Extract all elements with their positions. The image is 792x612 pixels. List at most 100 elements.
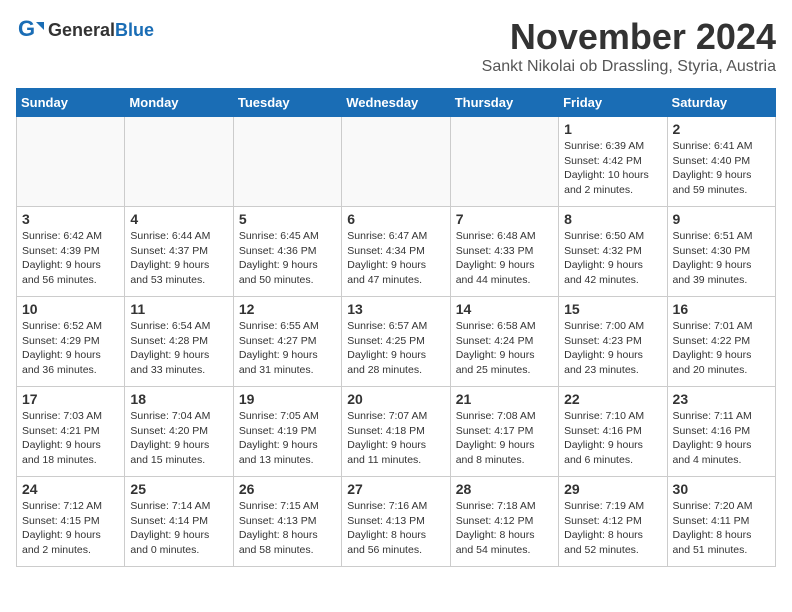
day-number: 2 xyxy=(673,121,770,137)
day-number: 25 xyxy=(130,481,227,497)
day-info: Sunrise: 7:07 AMSunset: 4:18 PMDaylight:… xyxy=(347,409,444,468)
calendar-cell: 29 Sunrise: 7:19 AMSunset: 4:12 PMDayligh… xyxy=(559,477,667,567)
calendar-cell: 30Sunrise: 7:20 AMSunset: 4:11 PMDayligh… xyxy=(667,477,775,567)
day-info: Sunrise: 6:41 AMSunset: 4:40 PMDaylight:… xyxy=(673,139,770,198)
logo-general: General xyxy=(48,20,115,40)
calendar-cell: 7 Sunrise: 6:48 AMSunset: 4:33 PMDaylight… xyxy=(450,207,558,297)
day-number: 15 xyxy=(564,301,661,317)
month-title: November 2024 xyxy=(482,16,776,58)
calendar-cell: 14 Sunrise: 6:58 AMSunset: 4:24 PMDayligh… xyxy=(450,297,558,387)
day-number: 24 xyxy=(22,481,119,497)
day-number: 29 xyxy=(564,481,661,497)
week-row-5: 24 Sunrise: 7:12 AMSunset: 4:15 PMDayligh… xyxy=(17,477,776,567)
week-row-3: 10 Sunrise: 6:52 AMSunset: 4:29 PMDayligh… xyxy=(17,297,776,387)
calendar-cell: 24 Sunrise: 7:12 AMSunset: 4:15 PMDayligh… xyxy=(17,477,125,567)
day-number: 10 xyxy=(22,301,119,317)
day-info: Sunrise: 6:45 AMSunset: 4:36 PMDaylight:… xyxy=(239,229,336,288)
day-info: Sunrise: 7:18 AMSunset: 4:12 PMDaylight:… xyxy=(456,499,553,558)
day-info: Sunrise: 6:58 AMSunset: 4:24 PMDaylight:… xyxy=(456,319,553,378)
day-info: Sunrise: 6:54 AMSunset: 4:28 PMDaylight:… xyxy=(130,319,227,378)
calendar-cell: 9 Sunrise: 6:51 AMSunset: 4:30 PMDaylight… xyxy=(667,207,775,297)
title-area: November 2024 Sankt Nikolai ob Drassling… xyxy=(482,16,776,76)
week-row-2: 3 Sunrise: 6:42 AMSunset: 4:39 PMDaylight… xyxy=(17,207,776,297)
calendar-cell: 6Sunrise: 6:47 AMSunset: 4:34 PMDaylight… xyxy=(342,207,450,297)
day-info: Sunrise: 6:50 AMSunset: 4:32 PMDaylight:… xyxy=(564,229,661,288)
calendar-cell: 8 Sunrise: 6:50 AMSunset: 4:32 PMDaylight… xyxy=(559,207,667,297)
day-number: 22 xyxy=(564,391,661,407)
day-number: 1 xyxy=(564,121,661,137)
calendar-cell: 16 Sunrise: 7:01 AMSunset: 4:22 PMDayligh… xyxy=(667,297,775,387)
day-number: 18 xyxy=(130,391,227,407)
weekday-header-wednesday: Wednesday xyxy=(342,89,450,117)
day-number: 14 xyxy=(456,301,553,317)
day-info: Sunrise: 7:08 AMSunset: 4:17 PMDaylight:… xyxy=(456,409,553,468)
calendar-cell: 19Sunrise: 7:05 AMSunset: 4:19 PMDayligh… xyxy=(233,387,341,477)
calendar-cell: 3 Sunrise: 6:42 AMSunset: 4:39 PMDaylight… xyxy=(17,207,125,297)
day-number: 16 xyxy=(673,301,770,317)
day-info: Sunrise: 6:47 AMSunset: 4:34 PMDaylight:… xyxy=(347,229,444,288)
calendar-cell: 23Sunrise: 7:11 AMSunset: 4:16 PMDayligh… xyxy=(667,387,775,477)
week-row-4: 17Sunrise: 7:03 AMSunset: 4:21 PMDayligh… xyxy=(17,387,776,477)
logo-blue: Blue xyxy=(115,20,154,40)
calendar-cell: 21 Sunrise: 7:08 AMSunset: 4:17 PMDayligh… xyxy=(450,387,558,477)
day-number: 27 xyxy=(347,481,444,497)
day-number: 21 xyxy=(456,391,553,407)
calendar-cell xyxy=(450,117,558,207)
day-number: 20 xyxy=(347,391,444,407)
location-subtitle: Sankt Nikolai ob Drassling, Styria, Aust… xyxy=(482,58,776,76)
header: G GeneralBlue November 2024 Sankt Nikola… xyxy=(16,16,776,76)
weekday-header-sunday: Sunday xyxy=(17,89,125,117)
week-row-1: 1 Sunrise: 6:39 AMSunset: 4:42 PMDaylight… xyxy=(17,117,776,207)
weekday-header-tuesday: Tuesday xyxy=(233,89,341,117)
day-info: Sunrise: 7:15 AMSunset: 4:13 PMDaylight:… xyxy=(239,499,336,558)
calendar-cell xyxy=(125,117,233,207)
day-number: 8 xyxy=(564,211,661,227)
logo: G GeneralBlue xyxy=(16,16,154,44)
weekday-header-monday: Monday xyxy=(125,89,233,117)
weekday-header-thursday: Thursday xyxy=(450,89,558,117)
day-info: Sunrise: 6:42 AMSunset: 4:39 PMDaylight:… xyxy=(22,229,119,288)
calendar-cell: 10 Sunrise: 6:52 AMSunset: 4:29 PMDayligh… xyxy=(17,297,125,387)
logo-icon: G xyxy=(16,16,44,44)
calendar-cell: 11 Sunrise: 6:54 AMSunset: 4:28 PMDayligh… xyxy=(125,297,233,387)
day-number: 28 xyxy=(456,481,553,497)
calendar-cell xyxy=(342,117,450,207)
day-info: Sunrise: 7:19 AMSunset: 4:12 PMDaylight:… xyxy=(564,499,661,558)
day-info: Sunrise: 6:39 AMSunset: 4:42 PMDaylight:… xyxy=(564,139,661,198)
weekday-header-saturday: Saturday xyxy=(667,89,775,117)
day-number: 9 xyxy=(673,211,770,227)
day-info: Sunrise: 6:51 AMSunset: 4:30 PMDaylight:… xyxy=(673,229,770,288)
day-number: 7 xyxy=(456,211,553,227)
day-number: 3 xyxy=(22,211,119,227)
day-number: 5 xyxy=(239,211,336,227)
svg-text:G: G xyxy=(18,16,35,41)
day-number: 11 xyxy=(130,301,227,317)
day-info: Sunrise: 6:57 AMSunset: 4:25 PMDaylight:… xyxy=(347,319,444,378)
day-info: Sunrise: 7:20 AMSunset: 4:11 PMDaylight:… xyxy=(673,499,770,558)
day-number: 23 xyxy=(673,391,770,407)
calendar-cell: 12Sunrise: 6:55 AMSunset: 4:27 PMDayligh… xyxy=(233,297,341,387)
day-info: Sunrise: 7:16 AMSunset: 4:13 PMDaylight:… xyxy=(347,499,444,558)
day-info: Sunrise: 7:00 AMSunset: 4:23 PMDaylight:… xyxy=(564,319,661,378)
day-info: Sunrise: 7:10 AMSunset: 4:16 PMDaylight:… xyxy=(564,409,661,468)
day-info: Sunrise: 7:01 AMSunset: 4:22 PMDaylight:… xyxy=(673,319,770,378)
calendar-cell xyxy=(17,117,125,207)
day-info: Sunrise: 6:55 AMSunset: 4:27 PMDaylight:… xyxy=(239,319,336,378)
day-info: Sunrise: 7:03 AMSunset: 4:21 PMDaylight:… xyxy=(22,409,119,468)
day-info: Sunrise: 6:48 AMSunset: 4:33 PMDaylight:… xyxy=(456,229,553,288)
calendar-cell: 25Sunrise: 7:14 AMSunset: 4:14 PMDayligh… xyxy=(125,477,233,567)
calendar-cell: 1 Sunrise: 6:39 AMSunset: 4:42 PMDaylight… xyxy=(559,117,667,207)
day-info: Sunrise: 7:04 AMSunset: 4:20 PMDaylight:… xyxy=(130,409,227,468)
day-number: 26 xyxy=(239,481,336,497)
calendar-cell: 2 Sunrise: 6:41 AMSunset: 4:40 PMDaylight… xyxy=(667,117,775,207)
calendar-cell: 22 Sunrise: 7:10 AMSunset: 4:16 PMDayligh… xyxy=(559,387,667,477)
calendar-cell: 27 Sunrise: 7:16 AMSunset: 4:13 PMDayligh… xyxy=(342,477,450,567)
weekday-header-friday: Friday xyxy=(559,89,667,117)
calendar-cell: 20 Sunrise: 7:07 AMSunset: 4:18 PMDayligh… xyxy=(342,387,450,477)
day-info: Sunrise: 7:12 AMSunset: 4:15 PMDaylight:… xyxy=(22,499,119,558)
day-number: 13 xyxy=(347,301,444,317)
calendar-cell: 17Sunrise: 7:03 AMSunset: 4:21 PMDayligh… xyxy=(17,387,125,477)
calendar-cell: 13 Sunrise: 6:57 AMSunset: 4:25 PMDayligh… xyxy=(342,297,450,387)
day-info: Sunrise: 6:52 AMSunset: 4:29 PMDaylight:… xyxy=(22,319,119,378)
calendar-cell xyxy=(233,117,341,207)
